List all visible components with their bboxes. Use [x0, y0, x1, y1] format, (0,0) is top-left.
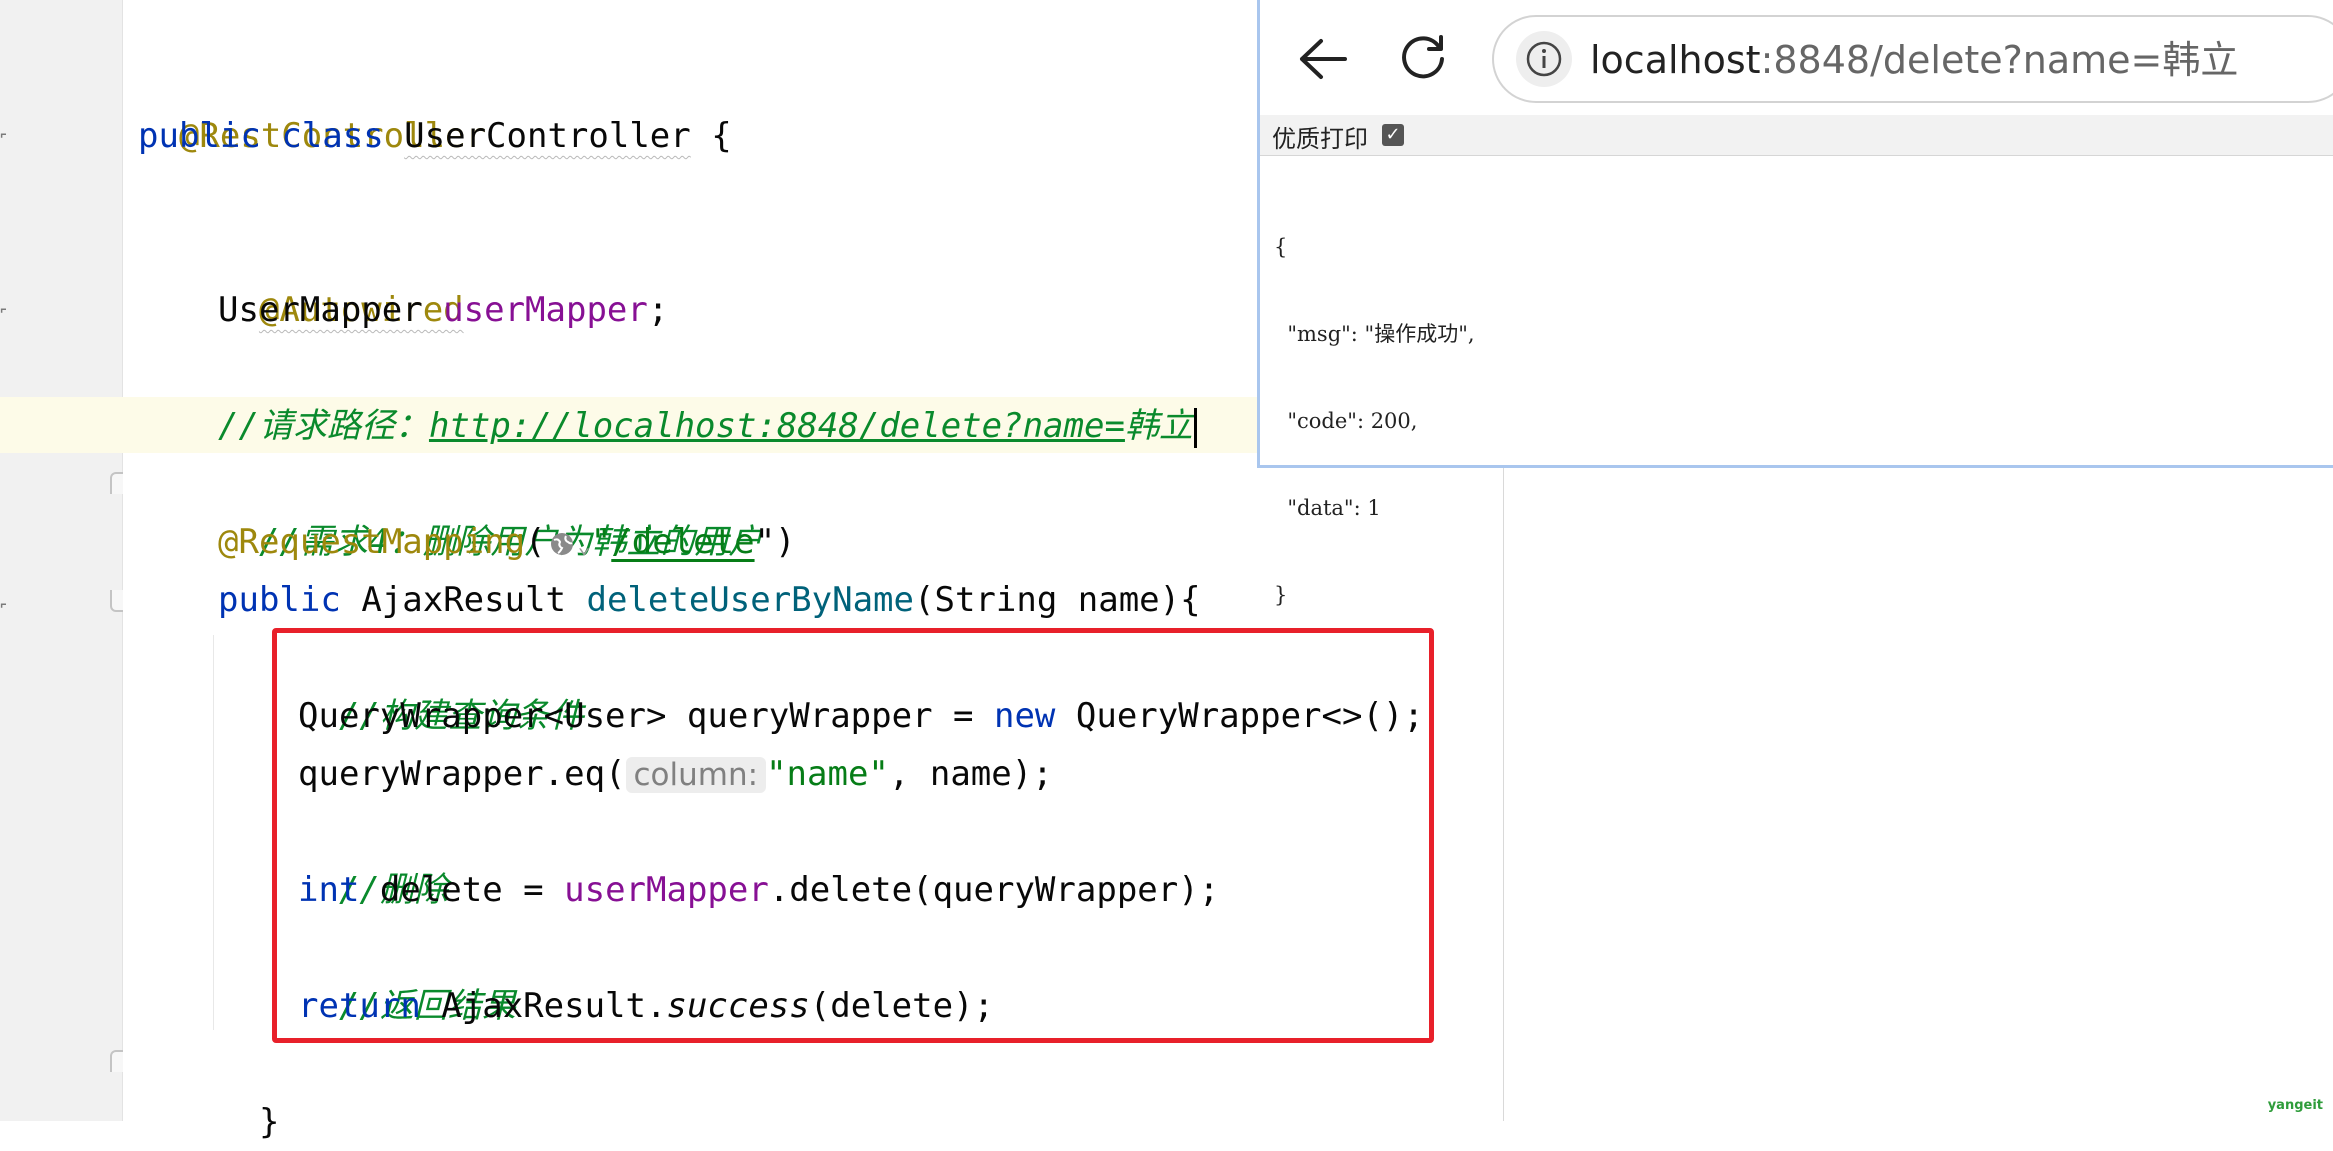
code-line: } [218, 1035, 279, 1142]
semicolon: ; [647, 290, 669, 330]
json-line: { [1274, 235, 1288, 259]
json-line: } [1274, 583, 1288, 607]
url-text[interactable]: localhost:8848/delete?name=韩立 [1590, 33, 2238, 87]
gutter-marker: ⌐ [0, 300, 6, 320]
json-line: "msg": "操作成功", [1274, 322, 1475, 346]
class-name[interactable]: UserController [404, 116, 691, 156]
globe-icon[interactable] [548, 530, 576, 558]
info-icon[interactable] [1516, 31, 1572, 87]
code-line: @RequestMapping( ⌄"/delete") [218, 513, 796, 571]
code-line: public AjaxResult deleteUserByName(Strin… [218, 571, 1201, 629]
highlight-box [272, 628, 1434, 1043]
indent-guide [213, 635, 214, 1030]
reload-button[interactable] [1392, 28, 1454, 90]
json-response: { "msg": "操作成功", "code": 200, "data": 1 … [1274, 175, 1475, 668]
keyword-class: class [281, 116, 384, 156]
return-type: AjaxResult [361, 580, 587, 620]
gutter-marker: ⌐ [0, 125, 6, 145]
pretty-print-label: 优质打印 [1272, 125, 1368, 153]
comment-path-tail: 韩立 [1124, 406, 1193, 446]
back-button[interactable] [1292, 28, 1354, 90]
method-name: deleteUserByName [586, 580, 914, 620]
back-arrow-icon [1300, 39, 1347, 79]
address-bar[interactable]: localhost:8848/delete?name=韩立 [1492, 15, 2333, 103]
reload-icon [1402, 35, 1444, 79]
mapping-path[interactable]: /delete [611, 522, 754, 562]
pretty-print-bar: 优质打印 ✓ [1260, 115, 2333, 156]
field-name: userMapper [443, 290, 648, 330]
pretty-print-checkbox[interactable]: ✓ [1382, 124, 1404, 146]
code-line: @Autowired [218, 223, 464, 330]
annotation-request-mapping: @RequestMapping [218, 522, 526, 562]
comment-url-link[interactable]: http://localhost:8848/delete?name= [429, 406, 1125, 446]
code-line: UserMapper userMapper; [218, 281, 668, 339]
keyword-public: public [138, 116, 261, 156]
paren-open: ( [525, 522, 546, 562]
url-host: localhost [1590, 38, 1761, 82]
text-caret [1193, 407, 1197, 448]
quote: " [590, 522, 612, 562]
code-line: @RestController [138, 49, 486, 156]
close-brace: } [258, 1102, 280, 1142]
url-path: :8848/delete?name=韩立 [1760, 38, 2239, 82]
browser-window[interactable]: localhost:8848/delete?name=韩立 优质打印 ✓ { "… [1257, 0, 2333, 607]
gutter-marker: ⌐ [0, 595, 6, 615]
comment-path-prefix: //请求路径： [218, 406, 429, 446]
chevron-down-icon[interactable]: ⌄ [578, 534, 591, 559]
field-type: UserMapper [218, 290, 444, 330]
open-brace: { [690, 116, 732, 156]
watermark: yangeit [2267, 1098, 2323, 1113]
code-line: //请求路径：http://localhost:8848/delete?name… [218, 397, 1197, 455]
code-line: //需求4：删除用户为韩立的用户 [218, 455, 762, 562]
paren-close: ") [754, 522, 796, 562]
method-params: (String name){ [914, 580, 1201, 620]
json-line: "code": 200, [1274, 409, 1418, 433]
browser-toolbar: localhost:8848/delete?name=韩立 [1260, 0, 2333, 115]
keyword-public: public [218, 580, 341, 620]
code-line: public class UserController { [138, 107, 732, 165]
line-gutter[interactable]: ⌐ ⌐ ⌐ [0, 0, 123, 1121]
json-line: "data": 1 [1274, 496, 1381, 520]
